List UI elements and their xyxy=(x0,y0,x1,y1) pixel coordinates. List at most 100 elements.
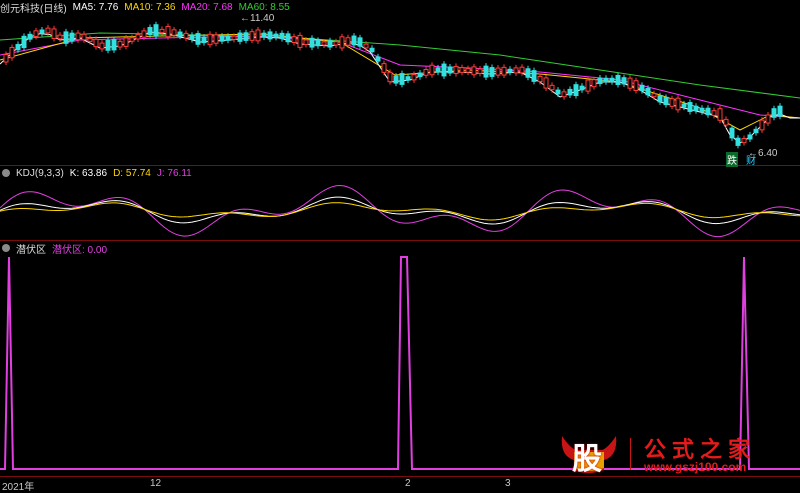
candle-body xyxy=(759,119,765,131)
candle-body xyxy=(297,34,303,48)
candle-body xyxy=(57,34,63,40)
candle-body xyxy=(729,127,735,139)
candle-body xyxy=(513,67,519,74)
candle-body xyxy=(453,65,459,75)
candle-body xyxy=(717,108,723,121)
ma60-value: MA60: 8.55 xyxy=(238,1,290,13)
candle-body xyxy=(153,24,159,37)
candle-body xyxy=(543,77,549,89)
candle-body xyxy=(111,39,117,51)
qianfuqu-header: 潜伏区 潜伏区: 0.00 xyxy=(0,241,113,256)
ma10-value: MA10: 7.36 xyxy=(124,1,176,13)
candle-body xyxy=(495,67,501,76)
candle-body xyxy=(747,134,753,140)
candle-body xyxy=(117,40,123,48)
candle-body xyxy=(555,89,561,95)
candle-body xyxy=(261,32,267,38)
candle-body xyxy=(657,95,663,103)
candle-body xyxy=(255,29,261,42)
candle-body xyxy=(141,30,147,38)
candle-body xyxy=(399,73,405,85)
candle-body xyxy=(51,28,57,40)
date-tick: 2 xyxy=(405,478,411,489)
candle-body xyxy=(627,77,633,89)
candlestick-panel[interactable]: 创元科技(日线) MA5: 7.76 MA10: 7.36 MA20: 7.68… xyxy=(0,0,800,167)
candle-body xyxy=(27,33,33,40)
candle-body xyxy=(765,114,771,124)
candle-body xyxy=(327,40,333,48)
candle-body xyxy=(171,29,177,36)
candle-body xyxy=(447,66,453,74)
candle-body xyxy=(573,84,579,97)
indicator-menu-icon[interactable] xyxy=(2,244,10,252)
candle-body xyxy=(597,77,603,85)
candle-body xyxy=(567,88,573,96)
logo-url: www.gszj100.com xyxy=(644,460,747,474)
candle-body xyxy=(63,31,69,44)
candle-body xyxy=(291,36,297,44)
candle-body xyxy=(405,76,411,81)
candle-body xyxy=(525,68,531,78)
candle-body xyxy=(231,35,237,40)
candlestick-chart xyxy=(0,21,800,149)
qianfuqu-title: 潜伏区 xyxy=(16,244,46,256)
kdj-d-value: D: 57.74 xyxy=(113,167,151,179)
candle-body xyxy=(195,33,201,45)
candle-body xyxy=(633,80,639,91)
candle-body xyxy=(177,31,183,37)
date-axis: 2021年 12 2 3 xyxy=(0,476,800,493)
candle-body xyxy=(339,36,345,49)
indicator-menu-icon[interactable] xyxy=(2,169,10,177)
candle-body xyxy=(753,128,759,134)
candle-body xyxy=(15,44,21,51)
candle-body xyxy=(561,91,567,98)
candle-body xyxy=(477,68,483,74)
candle-body xyxy=(483,65,489,78)
candle-body xyxy=(519,66,525,74)
candle-body xyxy=(435,67,441,73)
candle-body xyxy=(771,108,777,118)
main-panel-header: 创元科技(日线) MA5: 7.76 MA10: 7.36 MA20: 7.68… xyxy=(0,0,296,15)
candle-body xyxy=(225,35,231,41)
candle-body xyxy=(81,33,87,41)
candle-body xyxy=(249,31,255,41)
kdj-j-value: J: 76.11 xyxy=(156,167,192,179)
candle-body xyxy=(441,63,447,77)
event-tag-die[interactable]: 跌 xyxy=(726,152,738,167)
candle-body xyxy=(201,36,207,44)
candle-body xyxy=(693,105,699,112)
candle-body xyxy=(219,35,225,42)
candle-body xyxy=(549,84,555,91)
candle-body xyxy=(663,96,669,106)
high-price-label: ←11.40 xyxy=(240,13,275,24)
qianfuqu-value: 潜伏区: 0.00 xyxy=(52,244,108,256)
candle-body xyxy=(687,102,693,112)
candle-body xyxy=(639,84,645,92)
candle-body xyxy=(321,41,327,46)
candle-body xyxy=(135,34,141,40)
candle-body xyxy=(279,32,285,40)
candle-body xyxy=(777,105,783,117)
candle-body xyxy=(429,64,435,76)
candle-body xyxy=(357,37,363,47)
candle-body xyxy=(621,77,627,85)
kdj-panel[interactable]: KDJ(9,3,3) K: 63.86 D: 57.74 J: 76.11 xyxy=(0,166,800,241)
candle-body xyxy=(309,37,315,48)
candle-body xyxy=(675,97,681,111)
candle-body xyxy=(465,68,471,73)
date-tick: 2021年 xyxy=(2,482,35,493)
candle-body xyxy=(723,118,729,126)
candle-body xyxy=(393,75,399,84)
candle-body xyxy=(75,32,81,41)
candle-body xyxy=(267,31,273,40)
candle-body xyxy=(603,77,609,83)
candle-body xyxy=(489,67,495,77)
candle-body xyxy=(243,32,249,41)
candle-body xyxy=(705,107,711,116)
date-tick: 12 xyxy=(150,478,162,489)
ma5-value: MA5: 7.76 xyxy=(72,1,119,13)
event-tag-cai[interactable]: 财 xyxy=(745,152,757,167)
candle-body xyxy=(129,37,135,42)
candle-body xyxy=(45,27,51,34)
candle-body xyxy=(237,32,243,42)
